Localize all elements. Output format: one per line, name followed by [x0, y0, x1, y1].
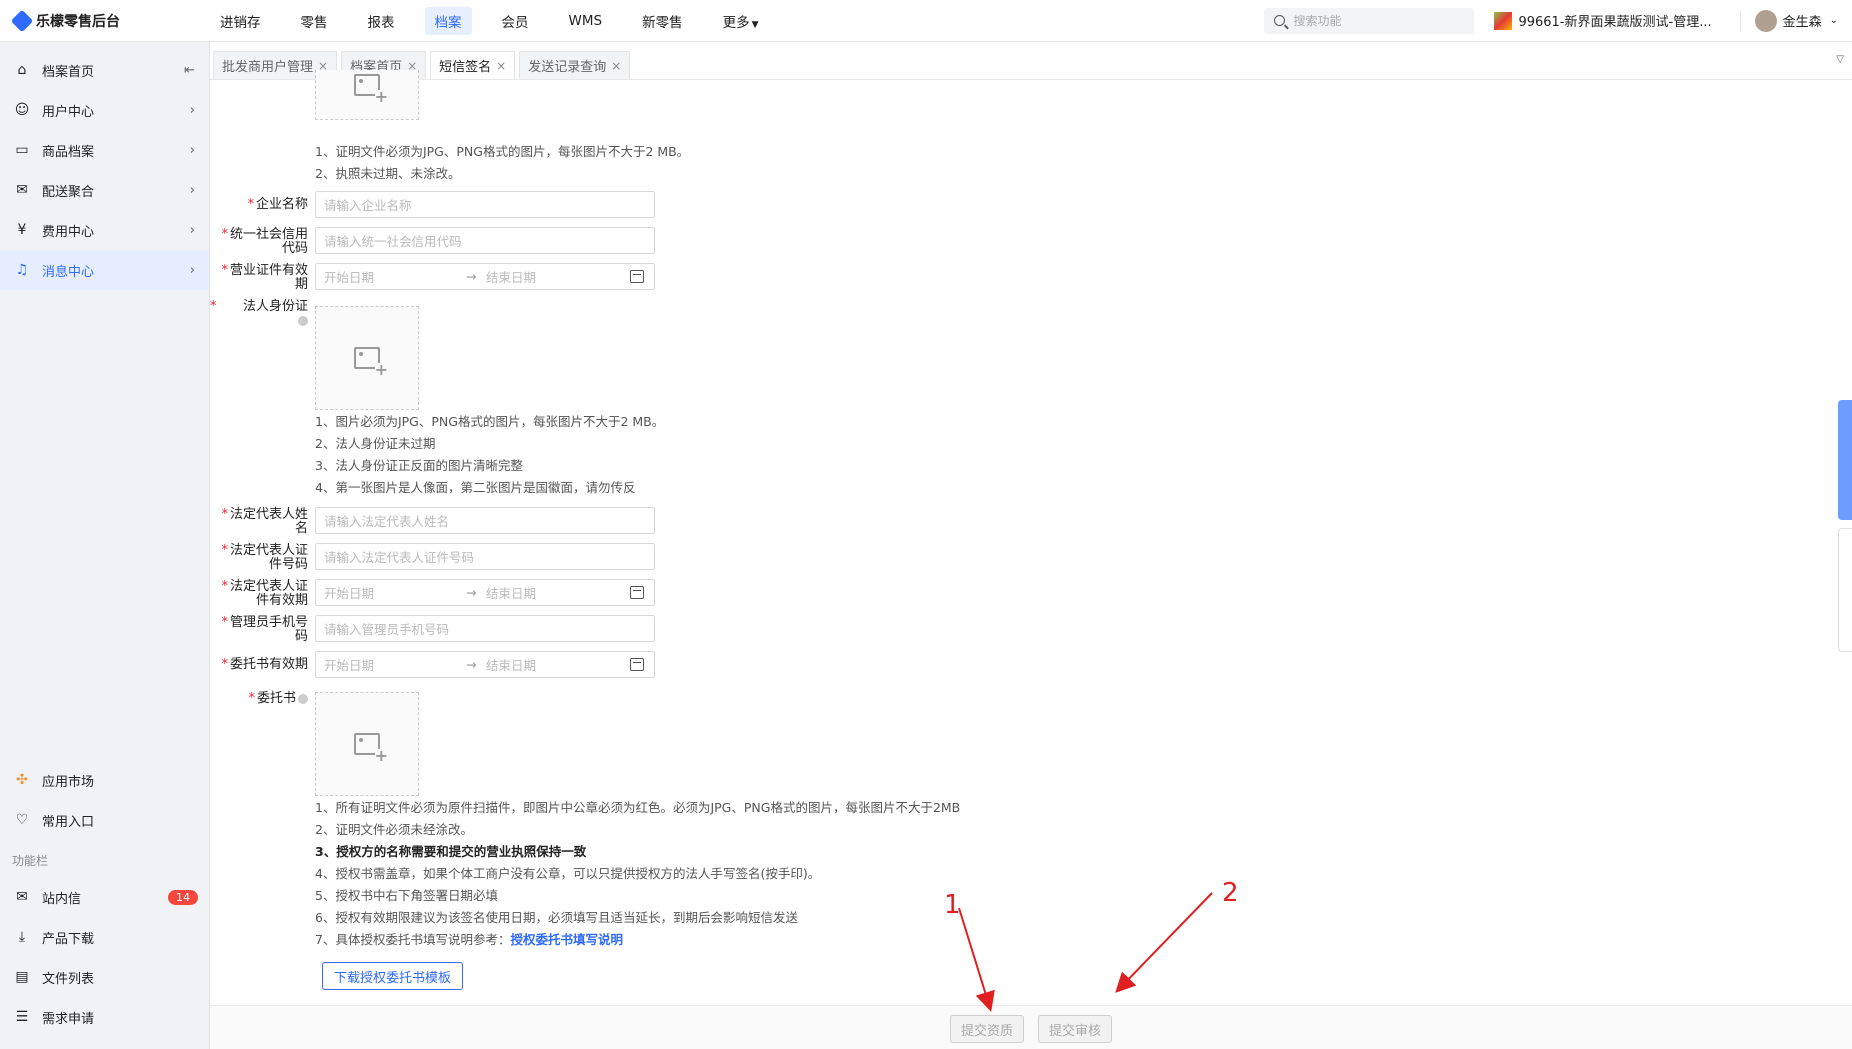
annotation-arrow-1: [958, 907, 995, 1012]
annotation-arrow-2: [1115, 892, 1213, 993]
annotation-arrows: [958, 892, 1213, 1012]
